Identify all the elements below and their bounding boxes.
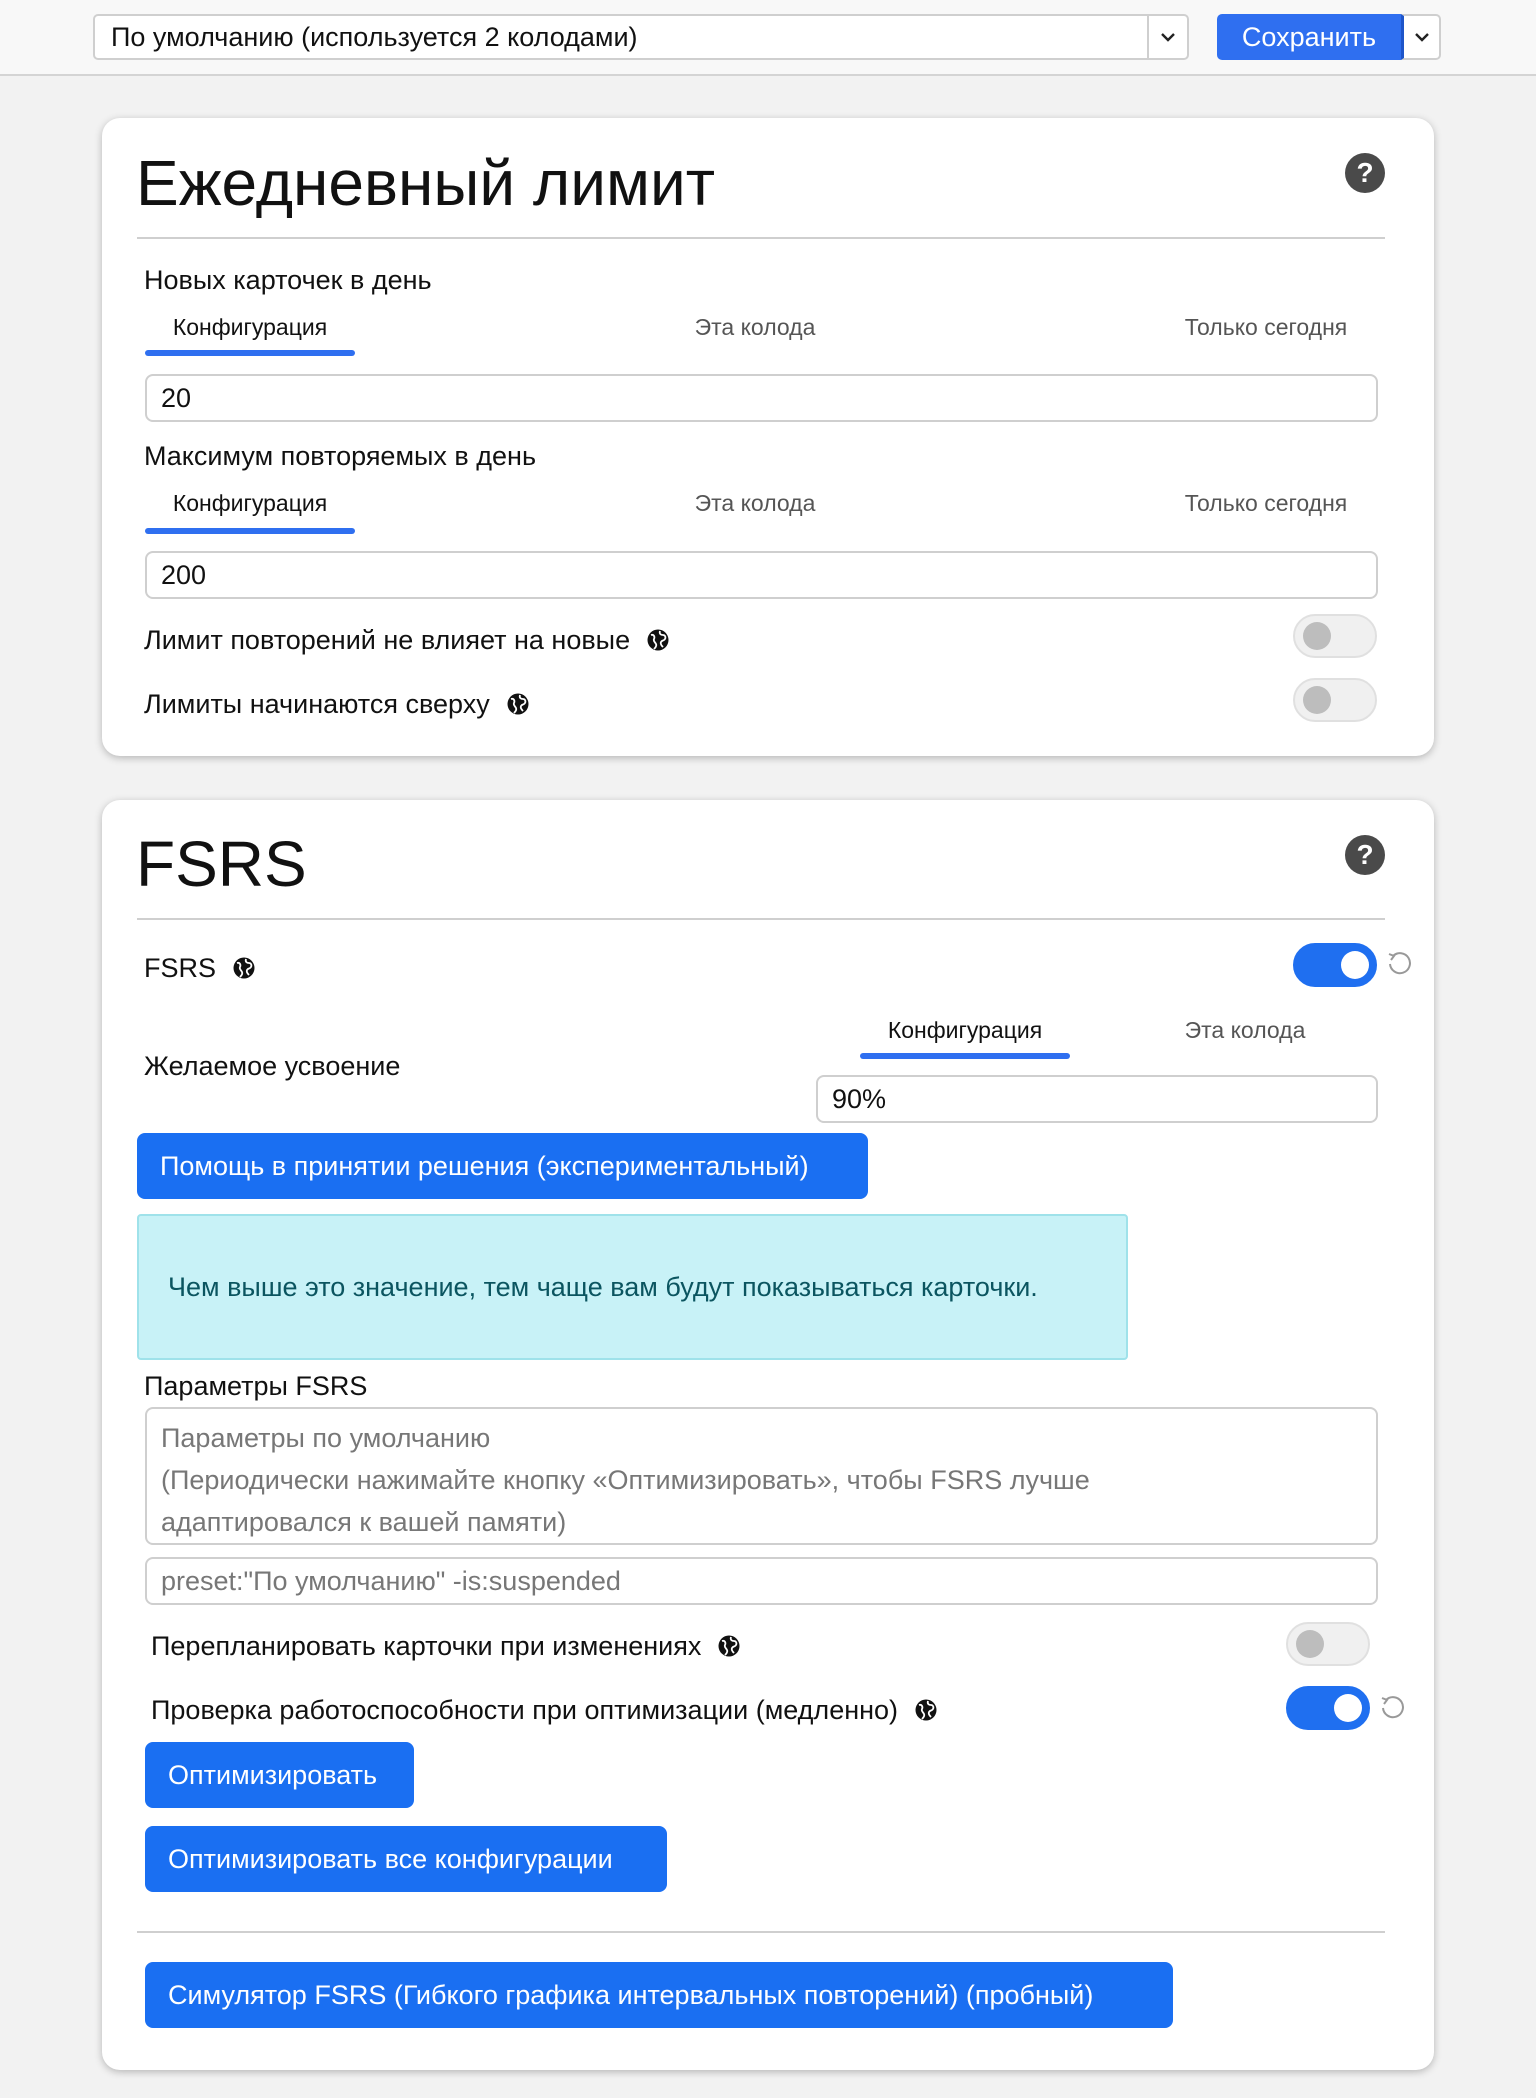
fsrs-label: FSRS	[144, 952, 217, 983]
tab-config[interactable]: Конфигурация	[145, 490, 355, 517]
review-limit-toggle[interactable]	[1293, 614, 1377, 658]
max-reviews-input[interactable]: 200	[145, 551, 1378, 599]
divider	[137, 918, 1385, 920]
help-icon[interactable]: ?	[1345, 153, 1385, 193]
max-reviews-label: Максимум повторяемых в день	[144, 440, 537, 471]
globe-icon[interactable]	[914, 1698, 938, 1722]
review-limit-label: Лимит повторений не влияет на новые	[144, 624, 631, 655]
tab-active-indicator	[860, 1053, 1070, 1059]
fsrs-title: FSRS	[136, 828, 307, 900]
preset-select[interactable]: По умолчанию (используется 2 колодами)	[93, 14, 1189, 60]
daily-limits-title: Ежедневный лимит	[136, 147, 715, 219]
globe-icon[interactable]	[646, 628, 670, 652]
health-check-label: Проверка работоспособности при оптимизац…	[151, 1694, 899, 1725]
new-cards-input[interactable]: 20	[145, 374, 1378, 422]
fsrs-toggle[interactable]	[1293, 943, 1377, 987]
search-query-input[interactable]: preset:"По умолчанию" -is:suspended	[145, 1557, 1378, 1605]
toggle-knob	[1303, 686, 1331, 714]
chevron-down-icon[interactable]	[1147, 16, 1187, 58]
reschedule-row: Перепланировать карточки при изменениях	[151, 1628, 741, 1664]
reschedule-toggle[interactable]	[1286, 1622, 1370, 1666]
reschedule-label: Перепланировать карточки при изменениях	[151, 1630, 702, 1661]
desired-retention-input[interactable]: 90%	[816, 1075, 1378, 1123]
tab-this-deck[interactable]: Эта колода	[1140, 1017, 1350, 1044]
limits-top-toggle[interactable]	[1293, 678, 1377, 722]
tab-this-deck[interactable]: Эта колода	[650, 314, 860, 341]
limits-top-label: Лимиты начинаются сверху	[144, 688, 490, 719]
revert-icon[interactable]	[1378, 1694, 1406, 1722]
limits-top-row: Лимиты начинаются сверху	[144, 686, 530, 722]
save-button[interactable]: Сохранить	[1217, 14, 1401, 60]
help-decide-button[interactable]: Помощь в принятии решения (экспериментал…	[137, 1133, 868, 1199]
tab-config[interactable]: Конфигурация	[860, 1017, 1070, 1044]
fsrs-params-textarea[interactable]: Параметры по умолчанию (Периодически наж…	[145, 1407, 1378, 1545]
fsrs-row: FSRS	[144, 950, 256, 986]
fsrs-params-label: Параметры FSRS	[144, 1370, 368, 1401]
globe-icon[interactable]	[506, 692, 530, 716]
divider	[137, 1931, 1385, 1933]
fsrs-simulator-button[interactable]: Симулятор FSRS (Гибкого графика интервал…	[145, 1962, 1173, 2028]
health-check-row: Проверка работоспособности при оптимизац…	[151, 1692, 938, 1728]
optimize-all-button[interactable]: Оптимизировать все конфигурации	[145, 1826, 667, 1892]
help-icon[interactable]: ?	[1345, 835, 1385, 875]
review-limit-row: Лимит повторений не влияет на новые	[144, 622, 670, 658]
new-cards-label: Новых карточек в день	[144, 264, 432, 295]
globe-icon[interactable]	[717, 1634, 741, 1658]
params-placeholder-line: адаптировался к вашей памяти)	[161, 1507, 567, 1537]
toggle-knob	[1296, 1630, 1324, 1658]
globe-icon[interactable]	[232, 956, 256, 980]
revert-icon[interactable]	[1385, 950, 1413, 978]
params-placeholder-line: (Периодически нажимайте кнопку «Оптимизи…	[161, 1465, 1090, 1495]
health-check-toggle[interactable]	[1286, 1686, 1370, 1730]
tab-today-only[interactable]: Только сегодня	[1160, 314, 1372, 341]
tab-config[interactable]: Конфигурация	[145, 314, 355, 341]
tab-today-only[interactable]: Только сегодня	[1160, 490, 1372, 517]
toggle-knob	[1303, 622, 1331, 650]
tab-active-indicator	[145, 528, 355, 534]
tab-active-indicator	[145, 350, 355, 356]
preset-select-value: По умолчанию (используется 2 колодами)	[111, 21, 638, 52]
save-options-chevron-down-icon[interactable]	[1401, 14, 1441, 60]
toggle-knob	[1341, 951, 1369, 979]
info-box: Чем выше это значение, тем чаще вам буду…	[137, 1214, 1128, 1360]
params-placeholder-line: Параметры по умолчанию	[161, 1423, 491, 1453]
divider	[137, 237, 1385, 239]
desired-retention-label: Желаемое усвоение	[144, 1050, 401, 1081]
toggle-knob	[1334, 1694, 1362, 1722]
tab-this-deck[interactable]: Эта колода	[650, 490, 860, 517]
optimize-button[interactable]: Оптимизировать	[145, 1742, 414, 1808]
